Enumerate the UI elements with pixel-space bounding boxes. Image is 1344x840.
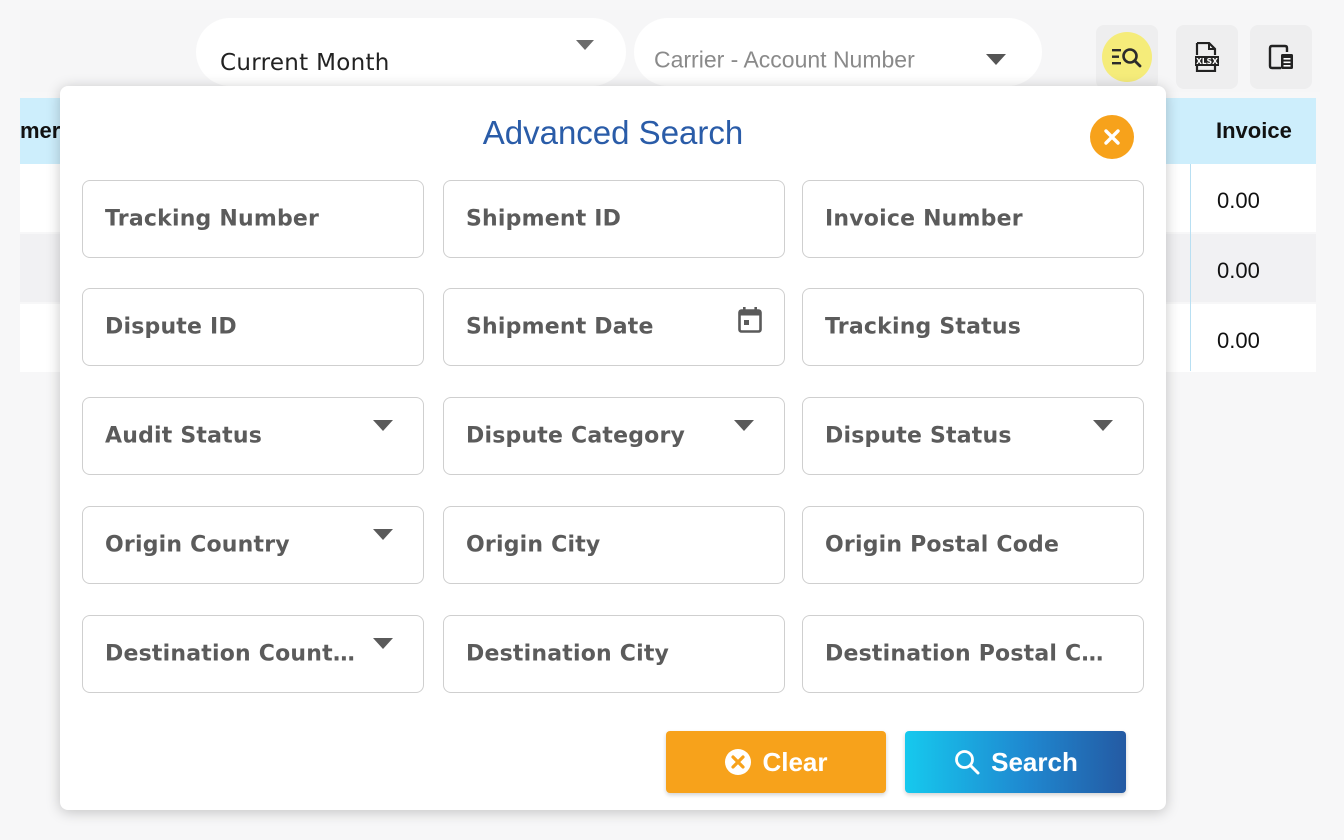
- field-label: Audit Status: [105, 423, 263, 449]
- origin-city-field[interactable]: Origin City: [443, 506, 785, 584]
- search-icon: [955, 750, 980, 775]
- chevron-down-icon: [373, 529, 393, 540]
- field-label: Invoice Number: [825, 206, 1023, 232]
- chevron-down-icon: [986, 54, 1006, 65]
- export-xlsx-button[interactable]: XLSX: [1176, 25, 1238, 89]
- advanced-search-icon: [1102, 32, 1152, 82]
- search-button[interactable]: Search: [905, 731, 1126, 793]
- period-select[interactable]: Current Month: [196, 18, 626, 86]
- dispute-id-field[interactable]: Dispute ID: [82, 288, 424, 366]
- chevron-down-icon: [373, 638, 393, 649]
- chevron-down-icon: [373, 420, 393, 431]
- advanced-search-button[interactable]: [1096, 25, 1158, 89]
- carrier-account-select[interactable]: Carrier - Account Number: [634, 18, 1042, 86]
- xlsx-file-icon: XLSX: [1195, 42, 1219, 72]
- field-label: Dispute Category: [466, 423, 686, 449]
- audit-status-select[interactable]: Audit Status: [82, 397, 424, 475]
- column-divider: [1190, 164, 1191, 371]
- chevron-down-icon: [1093, 420, 1113, 431]
- field-label: Tracking Number: [105, 206, 320, 232]
- clear-circle-icon: [725, 749, 752, 775]
- calendar-icon[interactable]: [738, 307, 762, 333]
- advanced-search-dialog: Advanced Search Tracking Number Shipment…: [60, 86, 1166, 810]
- destination-country-select[interactable]: Destination Count…: [82, 615, 424, 693]
- chevron-down-icon: [576, 40, 594, 50]
- field-label: Destination Count…: [105, 641, 356, 667]
- field-label: Origin City: [466, 532, 601, 558]
- dispute-category-select[interactable]: Dispute Category: [443, 397, 785, 475]
- field-label: Destination City: [466, 641, 670, 667]
- carrier-select-placeholder: Carrier - Account Number: [654, 46, 915, 73]
- tracking-status-field[interactable]: Tracking Status: [802, 288, 1144, 366]
- field-label: Dispute Status: [825, 423, 1012, 449]
- tracking-number-field[interactable]: Tracking Number: [82, 180, 424, 258]
- field-label: Dispute ID: [105, 314, 237, 340]
- field-label: Origin Postal Code: [825, 532, 1060, 558]
- chevron-down-icon: [734, 420, 754, 431]
- document-button[interactable]: [1250, 25, 1312, 89]
- invoice-number-field[interactable]: Invoice Number: [802, 180, 1144, 258]
- period-select-value: Current Month: [220, 50, 390, 76]
- field-label: Tracking Status: [825, 314, 1022, 340]
- field-label: Shipment Date: [466, 314, 654, 340]
- document-icon: [1268, 44, 1293, 70]
- origin-country-select[interactable]: Origin Country: [82, 506, 424, 584]
- shipment-id-field[interactable]: Shipment ID: [443, 180, 785, 258]
- field-label: Origin Country: [105, 532, 290, 558]
- column-header[interactable]: mer: [20, 118, 60, 144]
- dispute-status-select[interactable]: Dispute Status: [802, 397, 1144, 475]
- svg-text:XLSX: XLSX: [1196, 57, 1218, 66]
- shipment-date-field[interactable]: Shipment Date: [443, 288, 785, 366]
- column-header-invoice[interactable]: Invoice: [1216, 118, 1292, 144]
- field-label: Destination Postal C…: [825, 641, 1104, 667]
- invoice-cell: 0.00: [1217, 328, 1260, 353]
- destination-city-field[interactable]: Destination City: [443, 615, 785, 693]
- close-icon: [1104, 129, 1120, 145]
- clear-button-label: Clear: [762, 746, 828, 777]
- search-button-label: Search: [991, 746, 1078, 777]
- destination-postal-code-field[interactable]: Destination Postal C…: [802, 615, 1144, 693]
- origin-postal-code-field[interactable]: Origin Postal Code: [802, 506, 1144, 584]
- dialog-title: Advanced Search: [482, 114, 744, 151]
- invoice-cell: 0.00: [1217, 188, 1260, 213]
- clear-button[interactable]: Clear: [666, 731, 886, 793]
- close-button[interactable]: [1090, 115, 1134, 159]
- field-label: Shipment ID: [466, 206, 622, 232]
- invoice-cell: 0.00: [1217, 258, 1260, 283]
